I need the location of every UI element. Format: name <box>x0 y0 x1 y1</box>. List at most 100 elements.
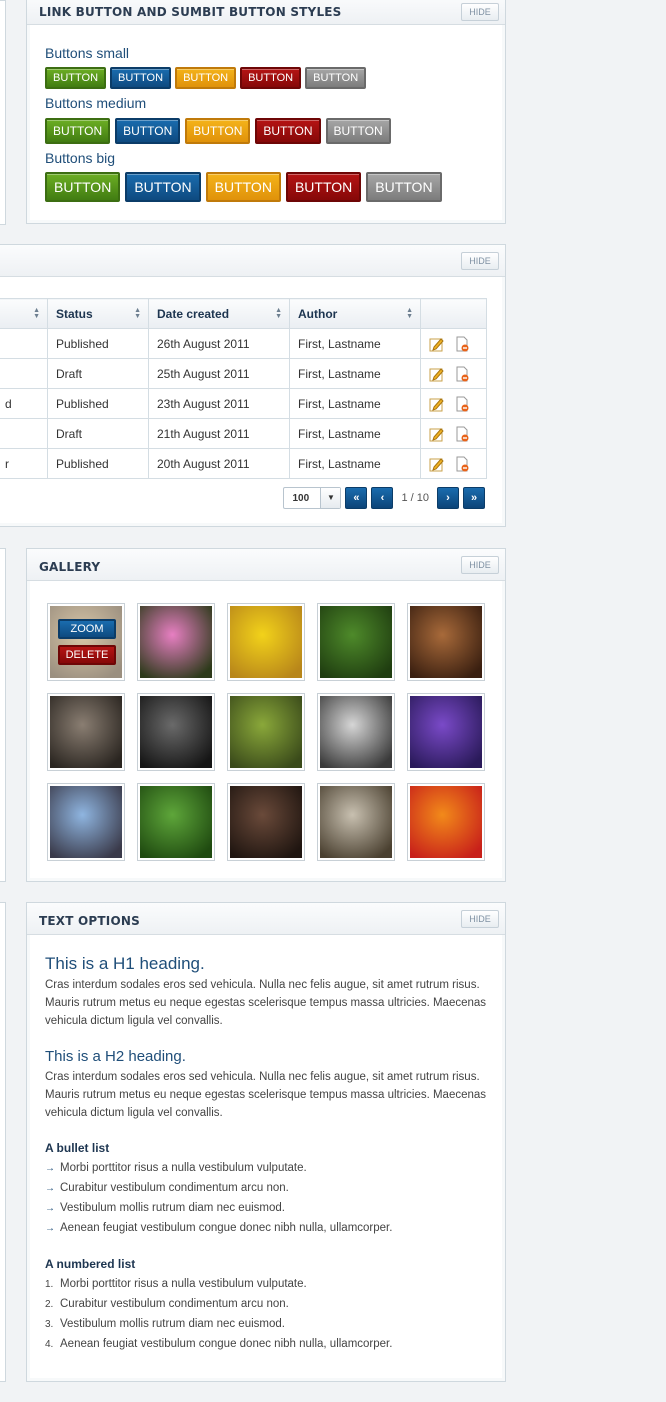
author-cell: First, Lastname <box>289 328 421 359</box>
title-cell[interactable]: r <box>0 448 48 479</box>
gallery-thumbnail[interactable] <box>227 603 305 681</box>
first-page-button[interactable]: « <box>345 487 368 509</box>
panel-header: LINK BUTTON AND SUMBIT BUTTON STYLES HID… <box>27 0 505 25</box>
hide-button[interactable]: HIDE <box>461 910 499 928</box>
gallery-thumbnail[interactable] <box>137 603 215 681</box>
small-red-button[interactable]: BUTTON <box>240 67 302 89</box>
interior-room-image <box>410 606 482 678</box>
gallery-thumbnail[interactable] <box>137 783 215 861</box>
medium-orange-button[interactable]: BUTTON <box>185 118 251 144</box>
table-row: d Published 23th August 2011 First, Last… <box>0 388 487 419</box>
title-cell[interactable] <box>0 328 48 359</box>
prev-page-button[interactable]: ‹ <box>371 487 394 509</box>
arrow-right-icon: → <box>45 1203 55 1214</box>
pagination: 100 ▼ « ‹ 1 / 10 › » <box>283 487 485 509</box>
h1-heading: This is a H1 heading. <box>45 954 205 973</box>
rusty-chain-image <box>230 786 302 858</box>
column-title-header[interactable]: ▲ ▼ <box>0 298 48 329</box>
sunflower-image <box>230 606 302 678</box>
small-gray-button[interactable]: BUTTON <box>305 67 367 89</box>
gallery-thumbnail[interactable] <box>317 783 395 861</box>
arrow-right-icon: → <box>45 1183 55 1194</box>
left-panel-edge <box>0 902 6 1382</box>
coins-image <box>50 606 122 678</box>
big-blue-button[interactable]: BUTTON <box>125 172 201 202</box>
edit-icon[interactable] <box>429 456 445 472</box>
delete-icon[interactable] <box>454 366 470 382</box>
big-green-button[interactable]: BUTTON <box>45 172 121 202</box>
buttons-small-label: Buttons small <box>45 45 130 61</box>
delete-button[interactable]: DELETE <box>58 645 116 665</box>
column-author-header[interactable]: Author ▲ ▼ <box>289 298 421 329</box>
big-gray-button[interactable]: BUTTON <box>366 172 442 202</box>
small-blue-button[interactable]: BUTTON <box>110 67 172 89</box>
gallery-thumbnail[interactable] <box>317 603 395 681</box>
autumn-road-image <box>230 696 302 768</box>
big-orange-button[interactable]: BUTTON <box>205 172 281 202</box>
date-cell: 26th August 2011 <box>148 328 290 359</box>
articles-table: ▲ ▼ Status ▲ ▼ Date created ▲ ▼ Author ▲ ▼ Publ… <box>0 298 487 479</box>
edit-icon[interactable] <box>429 336 445 352</box>
list-item: → Aenean feugiat vestibulum congue donec … <box>45 1218 392 1238</box>
chevron-down-icon[interactable]: ▼ <box>320 488 341 508</box>
hide-button[interactable]: HIDE <box>461 3 499 21</box>
gallery-thumbnail[interactable] <box>137 693 215 771</box>
gallery-thumbnail[interactable] <box>47 783 125 861</box>
medium-gray-button[interactable]: BUTTON <box>325 118 391 144</box>
per-page-select[interactable]: 100 ▼ <box>283 487 342 509</box>
gallery-thumbnail[interactable] <box>227 783 305 861</box>
hide-button[interactable]: HIDE <box>461 252 499 270</box>
text-options-panel: TEXT OPTIONS HIDE This is a H1 heading. … <box>26 902 506 1382</box>
medium-green-button[interactable]: BUTTON <box>45 118 111 144</box>
gallery-thumbnail[interactable] <box>47 693 125 771</box>
panel-header: TEXT OPTIONS HIDE <box>27 903 505 935</box>
status-cell: Draft <box>47 418 149 449</box>
delete-icon[interactable] <box>454 456 470 472</box>
next-page-button[interactable]: › <box>437 487 459 509</box>
gallery-thumbnail[interactable] <box>407 693 485 771</box>
title-cell[interactable]: d <box>0 388 48 419</box>
medium-red-button[interactable]: BUTTON <box>255 118 321 144</box>
gallery-thumbnail[interactable] <box>407 603 485 681</box>
sort-icon: ▲ ▼ <box>406 307 413 320</box>
panel-title: GALLERY <box>39 560 101 574</box>
list-item: → Morbi porttitor risus a nulla vestibulu… <box>45 1158 392 1178</box>
buttons-big-label: Buttons big <box>45 150 116 166</box>
h1-paragraph: Cras interdum sodales eros sed vehicula.… <box>45 979 487 1027</box>
stone-stairs-image <box>320 786 392 858</box>
small-orange-button[interactable]: BUTTON <box>175 67 237 89</box>
buttons-medium-row: BUTTON BUTTON BUTTON BUTTON BUTTON <box>45 118 396 144</box>
title-cell[interactable] <box>0 418 48 449</box>
last-page-button[interactable]: » <box>463 487 485 509</box>
list-item: 3. Vestibulum mollis rutrum diam nec euis… <box>45 1318 285 1330</box>
gallery-thumbnail[interactable] <box>227 693 305 771</box>
edit-icon[interactable] <box>429 426 445 442</box>
table-row: Draft 21th August 2011 First, Lastname <box>0 418 487 449</box>
delete-icon[interactable] <box>454 426 470 442</box>
small-green-button[interactable]: BUTTON <box>45 67 107 89</box>
column-date-header[interactable]: Date created ▲ ▼ <box>148 298 290 329</box>
author-cell: First, Lastname <box>289 358 421 389</box>
column-status-header[interactable]: Status ▲ ▼ <box>47 298 149 329</box>
big-red-button[interactable]: BUTTON <box>285 172 362 202</box>
date-cell: 25th August 2011 <box>148 358 290 389</box>
delete-icon[interactable] <box>454 336 470 352</box>
hide-button[interactable]: HIDE <box>461 556 499 574</box>
gallery-thumbnail[interactable] <box>47 603 125 681</box>
table-row: r Published 20th August 2011 First, Last… <box>0 448 487 479</box>
actions-cell <box>420 328 487 359</box>
delete-icon[interactable] <box>454 396 470 412</box>
edit-icon[interactable] <box>429 396 445 412</box>
medium-blue-button[interactable]: BUTTON <box>115 118 181 144</box>
sort-icon: ▲ ▼ <box>33 307 40 320</box>
title-cell[interactable] <box>0 358 48 389</box>
edit-icon[interactable] <box>429 366 445 382</box>
date-cell: 20th August 2011 <box>148 448 290 479</box>
gallery-thumbnail[interactable] <box>407 783 485 861</box>
left-panel-edge <box>0 0 6 225</box>
bullet-list: → Morbi porttitor risus a nulla vestibulu… <box>45 1158 392 1238</box>
list-item: 1. Morbi porttitor risus a nulla vestibul… <box>45 1278 307 1290</box>
gallery-thumbnail[interactable] <box>317 693 395 771</box>
sort-icon: ▲ ▼ <box>275 307 282 320</box>
zoom-button[interactable]: ZOOM <box>58 619 116 639</box>
